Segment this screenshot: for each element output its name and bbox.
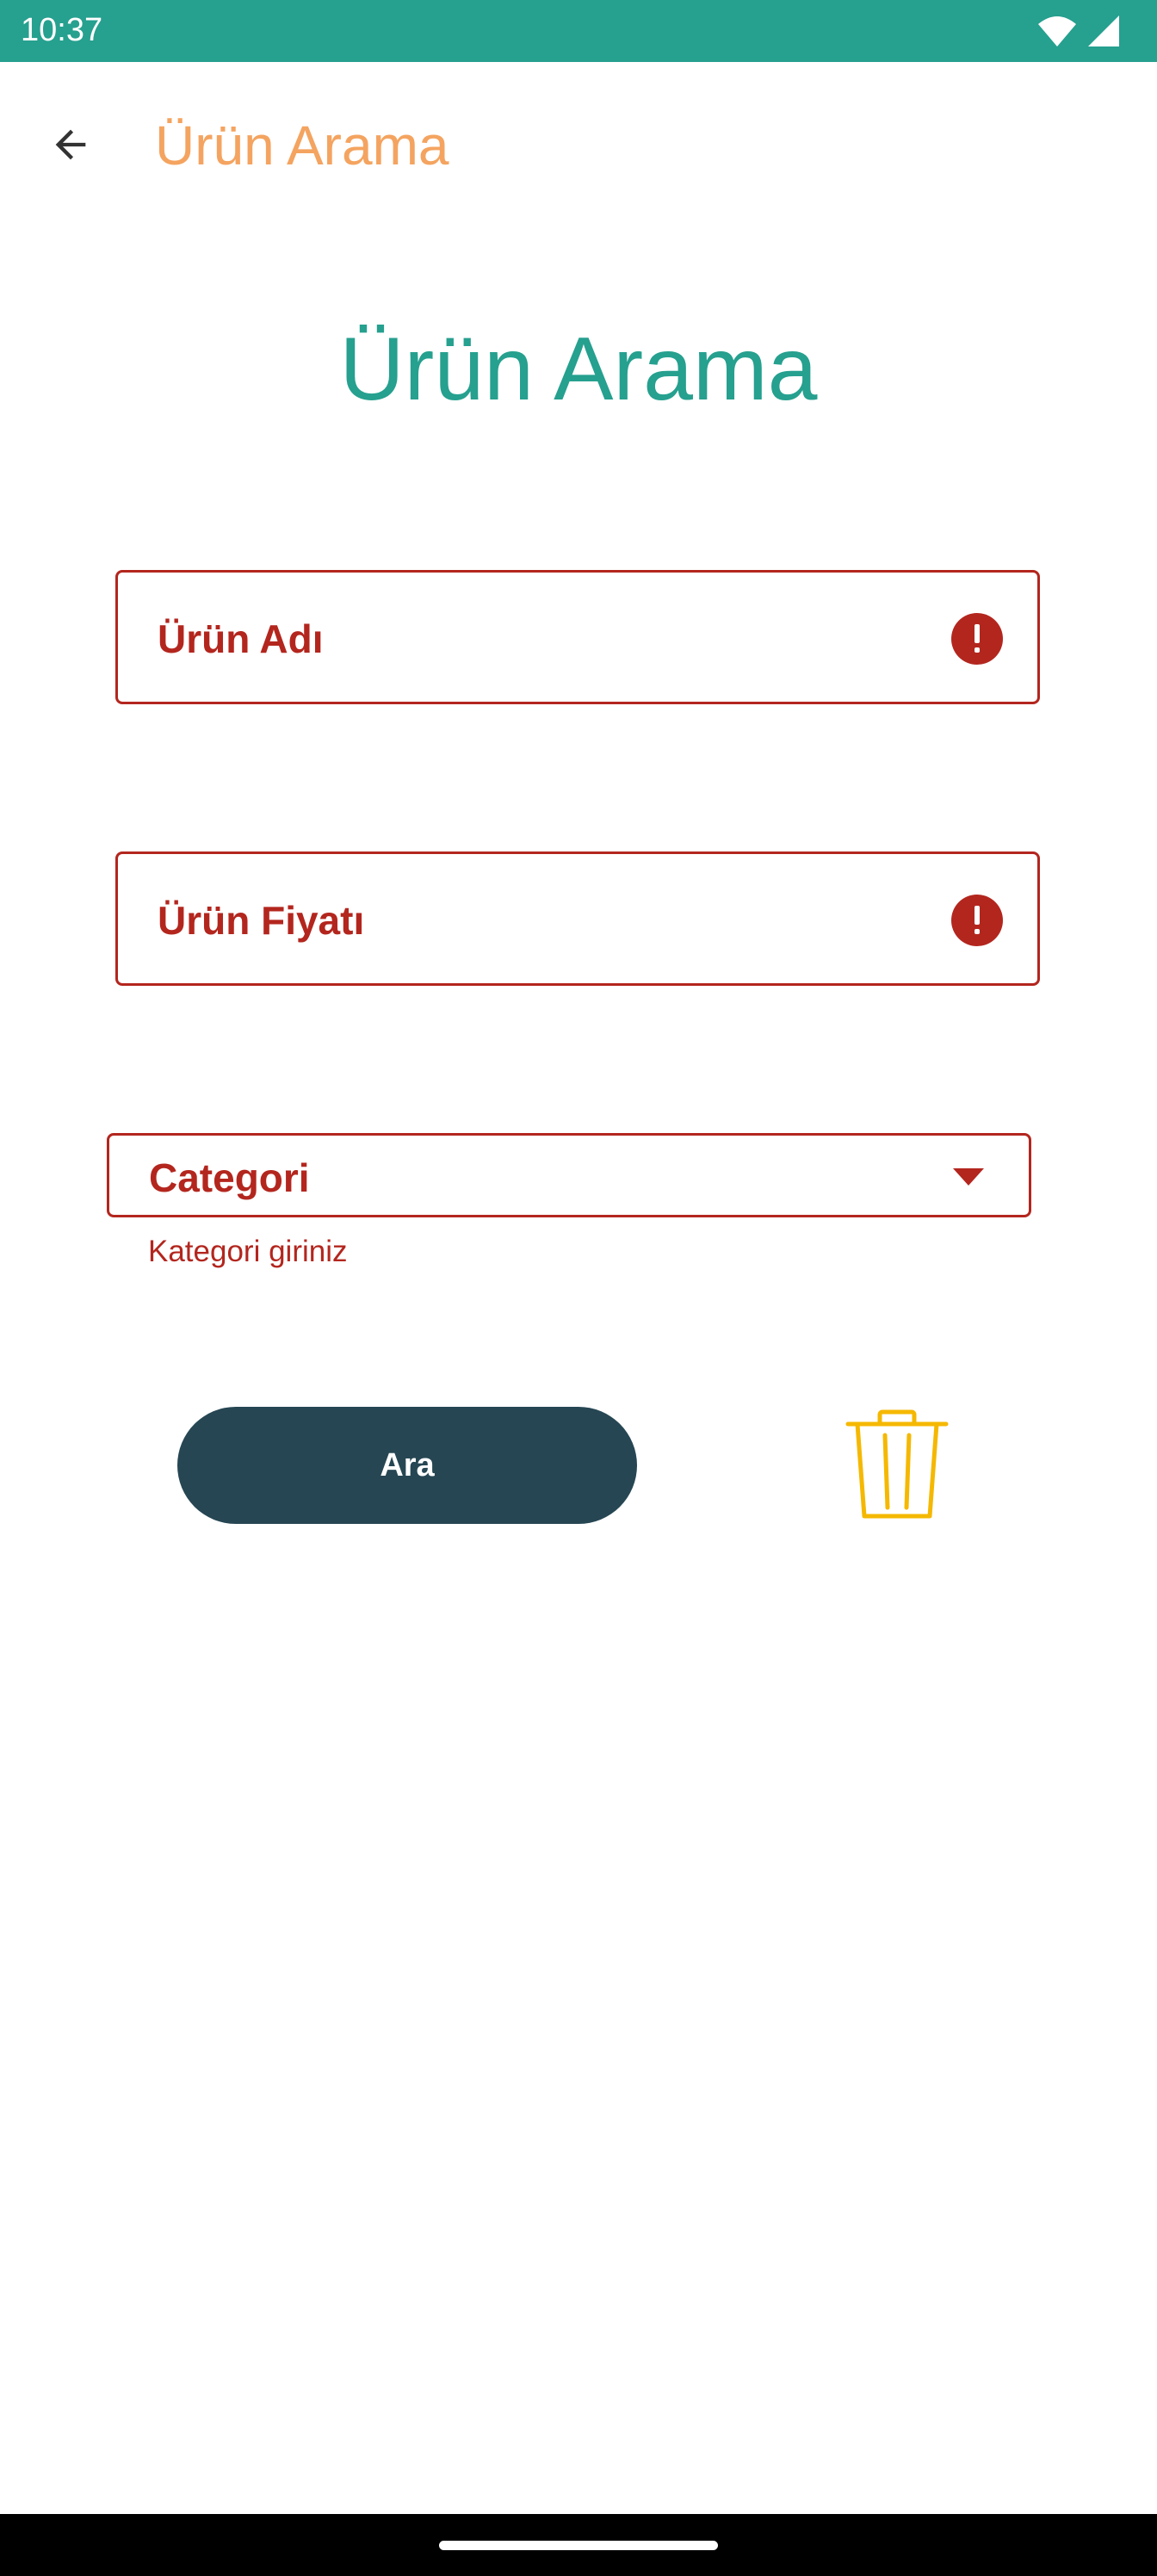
trash-icon bbox=[845, 1409, 949, 1519]
error-icon bbox=[951, 613, 1003, 665]
navigation-bar bbox=[0, 2514, 1157, 2576]
product-price-label: Ürün Fiyatı bbox=[158, 898, 365, 943]
home-gesture-handle[interactable] bbox=[439, 2541, 718, 2550]
wifi-icon bbox=[1038, 16, 1076, 46]
signal-icon bbox=[1088, 15, 1119, 46]
arrow-back-icon bbox=[55, 129, 86, 160]
category-dropdown[interactable]: Categori bbox=[107, 1133, 1031, 1217]
product-name-field[interactable]: Ürün Adı bbox=[115, 570, 1040, 704]
product-price-field[interactable]: Ürün Fiyatı bbox=[115, 851, 1040, 986]
error-icon bbox=[951, 895, 1003, 946]
status-bar: 10:37 bbox=[0, 0, 1157, 62]
clear-button[interactable] bbox=[842, 1407, 952, 1524]
product-name-label: Ürün Adı bbox=[158, 616, 324, 661]
search-button[interactable]: Ara bbox=[177, 1407, 637, 1524]
status-time: 10:37 bbox=[21, 12, 103, 48]
category-helper-text: Kategori giriniz bbox=[148, 1235, 348, 1268]
app-bar: Ürün Arama bbox=[0, 62, 1157, 231]
category-label: Categori bbox=[149, 1155, 310, 1200]
back-button[interactable] bbox=[36, 110, 105, 179]
dropdown-arrow-icon bbox=[953, 1168, 984, 1186]
status-icons bbox=[1033, 12, 1136, 50]
app-bar-title: Ürün Arama bbox=[155, 115, 449, 176]
page-title: Ürün Arama bbox=[339, 319, 818, 419]
